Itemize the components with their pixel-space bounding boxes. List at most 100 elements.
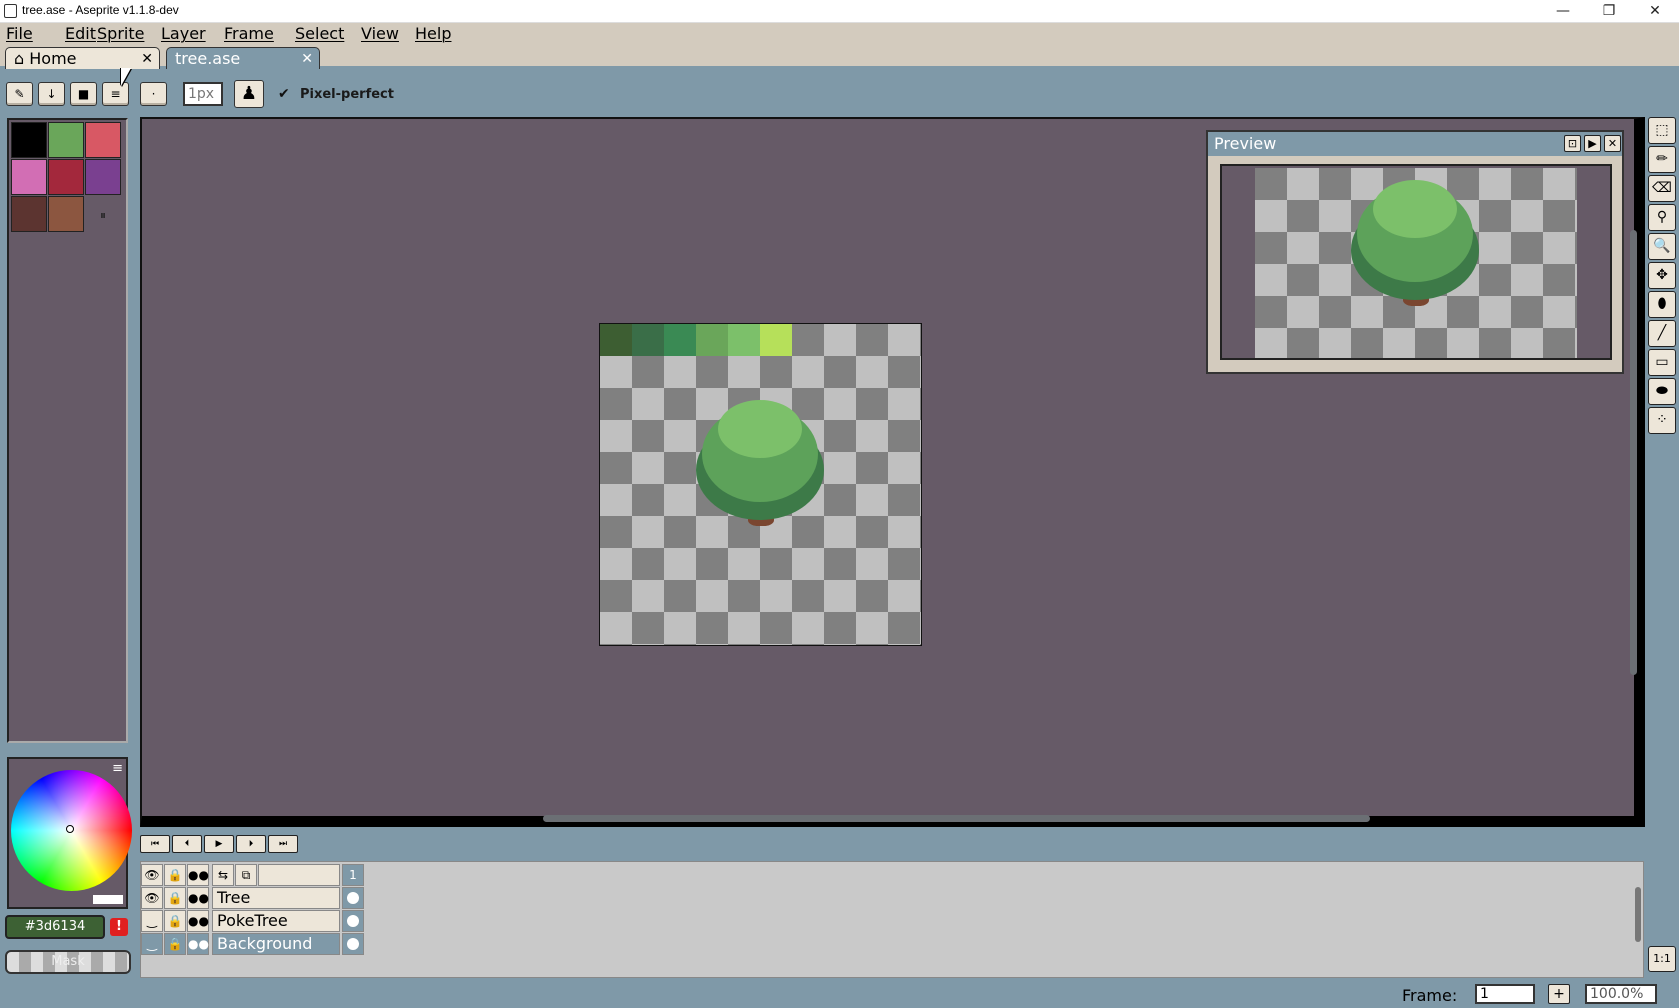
preview-center-button[interactable]: ⊡ xyxy=(1564,135,1581,152)
tab-home-close-icon[interactable]: ✕ xyxy=(141,48,153,70)
preview-close-button[interactable]: ✕ xyxy=(1604,135,1621,152)
menu-view[interactable]: View xyxy=(361,24,399,43)
pixel-perfect-checkbox[interactable]: ✔ xyxy=(278,86,290,102)
tabs-bar: ⌂ Home ✕ tree.ase ✕ xyxy=(0,45,1679,69)
continuous-icon[interactable]: ●● xyxy=(187,887,209,909)
brush-angle-button[interactable]: ↓ xyxy=(38,82,65,106)
palette-pause-icon[interactable]: ⏸ xyxy=(100,208,106,223)
palette-swatch[interactable] xyxy=(11,122,47,158)
header-spacer xyxy=(258,864,340,886)
color-palette: ⏸ xyxy=(7,118,128,743)
sprite-image[interactable] xyxy=(599,323,922,646)
eraser-icon[interactable]: ⌫ xyxy=(1648,175,1676,202)
lock-icon[interactable]: 🔒 xyxy=(164,910,186,932)
palette-swatch[interactable] xyxy=(48,159,84,195)
frame-number-header[interactable]: 1 xyxy=(342,864,364,886)
palette-swatch[interactable] xyxy=(48,122,84,158)
palette-swatch[interactable] xyxy=(85,122,121,158)
menu-file[interactable]: File xyxy=(6,24,33,43)
horizontal-scrollbar[interactable] xyxy=(543,815,1370,822)
color-warning-icon[interactable]: ! xyxy=(110,918,128,936)
zoom-1to1-button[interactable]: 1:1 xyxy=(1648,946,1676,972)
layer-name[interactable]: Tree xyxy=(212,887,340,909)
mask-color-button[interactable]: Mask xyxy=(5,950,131,974)
ink-type-button[interactable]: ♟ xyxy=(234,80,264,108)
layer-name[interactable]: PokeTree xyxy=(212,910,340,932)
cel[interactable] xyxy=(342,887,364,909)
menu-bar: File Edit Sprite Layer Frame Select View… xyxy=(0,23,1679,45)
tab-tree-close-icon[interactable]: ✕ xyxy=(301,48,313,70)
paint-bucket-icon[interactable]: ⬮ xyxy=(1648,291,1676,318)
play-button[interactable]: ▶ xyxy=(204,835,234,853)
spray-icon[interactable]: ⁘ xyxy=(1648,407,1676,434)
menu-frame[interactable]: Frame xyxy=(224,24,274,43)
previous-frame-button[interactable]: ⏴ xyxy=(172,835,202,853)
tab-home[interactable]: ⌂ Home ✕ xyxy=(5,47,160,69)
menu-sprite[interactable]: Sprite xyxy=(97,24,144,43)
eye-closed-icon[interactable]: ‿ xyxy=(141,933,163,955)
color-wheel-chip xyxy=(93,895,123,904)
aseprite-app-icon xyxy=(4,4,17,18)
restore-button[interactable]: ❐ xyxy=(1586,0,1632,22)
lock-icon[interactable]: 🔒 xyxy=(164,887,186,909)
visibility-header-icon[interactable]: 👁 xyxy=(141,864,163,886)
sprite-palette-pixel xyxy=(696,324,728,356)
preview-window: Preview ⊡ ▶ ✕ xyxy=(1206,130,1624,374)
preview-play-button[interactable]: ▶ xyxy=(1584,135,1601,152)
palette-swatch[interactable] xyxy=(11,196,47,232)
palette-swatch[interactable] xyxy=(48,196,84,232)
frame-input[interactable]: 1 xyxy=(1475,984,1535,1004)
lock-header-icon[interactable]: 🔒 xyxy=(164,864,186,886)
preview-viewport[interactable] xyxy=(1220,164,1612,360)
eye-icon[interactable]: 👁 xyxy=(141,887,163,909)
tab-tree-ase[interactable]: tree.ase ✕ xyxy=(166,47,320,69)
palette-swatch[interactable] xyxy=(11,159,47,195)
eye-closed-icon[interactable]: ‿ xyxy=(141,910,163,932)
rectangular-marquee-icon[interactable]: ⬚ xyxy=(1648,117,1676,144)
preview-titlebar[interactable]: Preview ⊡ ▶ ✕ xyxy=(1208,132,1622,156)
rectangle-icon[interactable]: ▭ xyxy=(1648,349,1676,376)
line-icon[interactable]: ╱ xyxy=(1648,320,1676,347)
lock-icon[interactable]: 🔒 xyxy=(164,933,186,955)
onion-skin-icon[interactable]: ⧉ xyxy=(235,864,257,886)
tab-home-label: Home xyxy=(29,49,77,68)
continuous-icon[interactable]: ●● xyxy=(187,933,209,955)
brush-shape-button[interactable]: ■ xyxy=(70,82,97,106)
vertical-scrollbar[interactable] xyxy=(1630,230,1637,675)
cel[interactable] xyxy=(342,910,364,932)
next-frame-button[interactable]: ⏵ xyxy=(236,835,266,853)
last-frame-button[interactable]: ⏭ xyxy=(268,835,298,853)
color-wheel-marker[interactable] xyxy=(66,825,74,833)
layer-name[interactable]: Background xyxy=(212,933,340,955)
frame-label: Frame: xyxy=(1402,986,1458,1005)
move-icon[interactable]: ✥ xyxy=(1648,262,1676,289)
first-frame-button[interactable]: ⏮ xyxy=(140,835,170,853)
pencil-icon[interactable]: ✏ xyxy=(1648,146,1676,173)
menu-select[interactable]: Select xyxy=(295,24,344,43)
zoom-icon[interactable]: 🔍 xyxy=(1648,233,1676,260)
zoom-input[interactable]: 100.0% xyxy=(1585,984,1657,1004)
contour-icon[interactable]: ⬬ xyxy=(1648,378,1676,405)
timeline-scrollbar[interactable] xyxy=(1635,887,1641,942)
minimize-button[interactable]: — xyxy=(1540,0,1586,22)
menu-help[interactable]: Help xyxy=(415,24,451,43)
cel[interactable] xyxy=(342,933,364,955)
add-frame-button[interactable]: + xyxy=(1548,984,1570,1004)
context-toolbar: ✎ ↓ ■ ≡ · 1px ♟ ✔ Pixel-perfect xyxy=(0,72,1679,117)
color-wheel-menu-icon[interactable]: ≡ xyxy=(112,761,123,776)
continuous-icon[interactable]: ●● xyxy=(187,910,209,932)
eyedropper-icon[interactable]: ⚲ xyxy=(1648,204,1676,231)
menu-edit[interactable]: Edit xyxy=(65,24,96,43)
brush-dot-button[interactable]: · xyxy=(140,82,167,106)
foreground-color-field[interactable]: #3d6134 xyxy=(5,915,105,939)
pixel-perfect-label: Pixel-perfect xyxy=(300,87,394,102)
link-cels-icon[interactable]: ⇆ xyxy=(212,864,234,886)
brush-type-button[interactable]: ✎ xyxy=(6,82,33,106)
continuous-header-icon[interactable]: ●● xyxy=(187,864,209,886)
sprite-palette-pixel xyxy=(760,324,792,356)
menu-layer[interactable]: Layer xyxy=(161,24,206,43)
brush-size-field[interactable]: 1px xyxy=(183,82,223,106)
sprite-palette-pixel xyxy=(664,324,696,356)
close-window-button[interactable]: ✕ xyxy=(1632,0,1678,22)
palette-swatch[interactable] xyxy=(85,159,121,195)
